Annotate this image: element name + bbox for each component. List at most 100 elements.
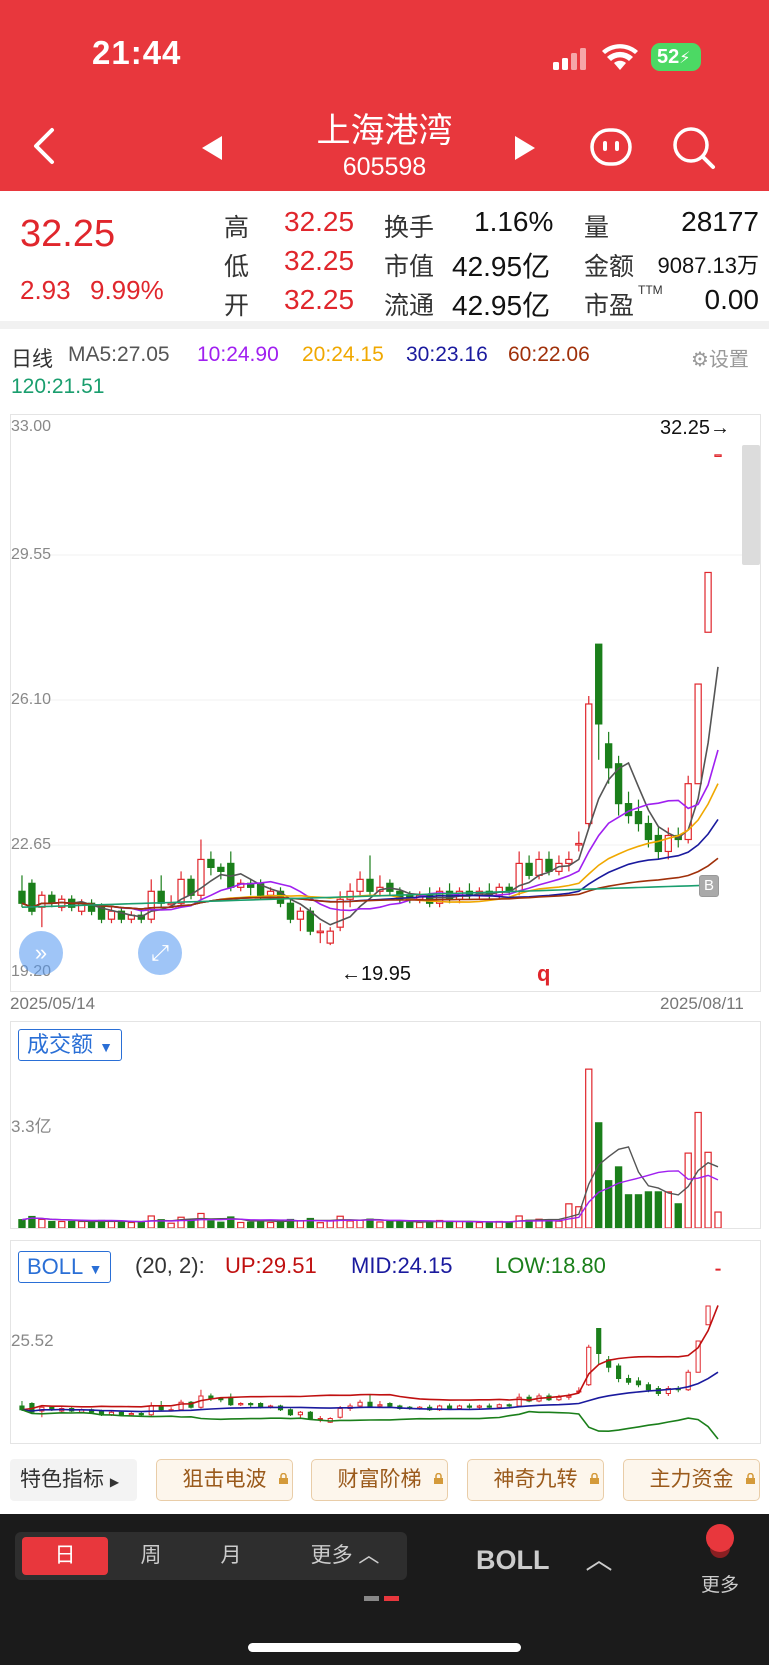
boll-candle xyxy=(616,1363,622,1383)
volume-bar xyxy=(316,1222,324,1228)
period-label: 日线 xyxy=(11,348,53,371)
more-dot-icon xyxy=(706,1524,734,1552)
candle xyxy=(634,799,643,832)
tab-day[interactable]: 日 xyxy=(22,1537,108,1575)
volume-bar xyxy=(336,1215,344,1228)
wifi-icon xyxy=(602,44,638,72)
chip-sniper-wave[interactable]: 狙击电波 xyxy=(156,1459,293,1501)
pe-ttm-sup: TTM xyxy=(638,283,663,297)
home-indicator[interactable] xyxy=(248,1643,521,1652)
volume-indicator-dropdown[interactable]: 成交额 ▼ xyxy=(18,1029,122,1061)
boll-candle xyxy=(665,1386,671,1396)
volume-bar xyxy=(406,1221,414,1228)
volume-panel[interactable]: 成交额 ▼ 3.3亿 xyxy=(10,1021,761,1229)
volume-bar xyxy=(684,1152,692,1228)
volume-bar xyxy=(555,1220,563,1228)
high-label: 高 xyxy=(224,214,250,242)
fullscreen-button[interactable]: ⤢ xyxy=(138,931,182,975)
tab-more-periods[interactable]: 更多 ︿ xyxy=(290,1537,400,1575)
settings-button[interactable]: ⚙设置 xyxy=(691,343,749,372)
volume-bar xyxy=(386,1220,394,1228)
boll-candle xyxy=(228,1393,234,1406)
volume-chart xyxy=(18,1068,722,1228)
signal-icon xyxy=(551,48,591,70)
chip-label: 神奇九转 xyxy=(493,1468,578,1491)
boll-candle xyxy=(606,1356,612,1373)
volume-bar xyxy=(197,1212,205,1228)
float-value: 42.95亿 xyxy=(452,290,551,321)
chip-main-capital[interactable]: 主力资金 xyxy=(623,1459,760,1501)
tab-week-label: 周 xyxy=(140,1544,162,1567)
indicator-switch[interactable]: BOLL ︿ xyxy=(476,1538,613,1577)
boll-mid: MID:24.15 xyxy=(351,1253,453,1278)
boll-candle xyxy=(287,1408,294,1416)
candle xyxy=(515,851,523,896)
volume-bar xyxy=(455,1220,464,1228)
expand-left-button[interactable]: » xyxy=(19,931,63,975)
buy-signal-badge: B xyxy=(699,875,719,897)
tab-more-label: 更多 xyxy=(310,1544,353,1567)
ma-legend: 日线 MA5:27.05 10:24.90 20:24.15 30:23.16 … xyxy=(11,343,761,403)
pe-label: 市盈 xyxy=(584,292,635,320)
lock-icon xyxy=(433,1458,444,1484)
indicator-menu-button[interactable]: 特色指标 ▶ xyxy=(10,1459,137,1501)
boll-indicator-dropdown[interactable]: BOLL ▼ xyxy=(18,1251,112,1283)
tab-month[interactable]: 月 xyxy=(195,1537,267,1575)
candle xyxy=(316,923,324,944)
tab-week[interactable]: 周 xyxy=(115,1537,187,1575)
boll-candle xyxy=(516,1393,522,1408)
volume-bar xyxy=(644,1191,653,1228)
stock-code: 605598 xyxy=(342,153,427,181)
volume-bar xyxy=(624,1194,633,1228)
boll-candle xyxy=(387,1402,393,1408)
high-value: 32.25 xyxy=(284,206,355,237)
boll-candle xyxy=(476,1404,482,1409)
candle xyxy=(48,891,56,908)
volume-bar xyxy=(77,1220,86,1228)
boll-candle xyxy=(138,1412,144,1416)
mktcap-label: 市值 xyxy=(384,253,435,281)
volume-bar xyxy=(714,1211,722,1228)
battery-indicator: 52⚡ xyxy=(651,43,701,71)
volume-bar xyxy=(416,1221,424,1228)
volume-bar xyxy=(147,1215,155,1228)
volume-y-tick: 3.3亿 xyxy=(11,1117,52,1136)
y-tick-26-10: 26.10 xyxy=(11,691,52,708)
candle xyxy=(575,831,583,852)
page-indicator xyxy=(364,1596,404,1602)
ma120-value: 120:21.51 xyxy=(11,375,105,398)
boll-candle xyxy=(188,1401,194,1409)
chevron-up-icon: ︿ xyxy=(358,1544,380,1567)
app-root: 21:44 52⚡ 上海港湾 605598 32.25 2.93 9.99% 高 xyxy=(0,0,769,1665)
quote-panel: 32.25 2.93 9.99% 高 32.25 低 32.25 开 32.25… xyxy=(0,191,769,329)
candle xyxy=(28,879,36,916)
robot-assistant-icon[interactable] xyxy=(589,125,633,169)
low-value: 32.25 xyxy=(284,245,355,276)
volume-bar xyxy=(18,1219,26,1228)
search-icon[interactable] xyxy=(671,125,717,171)
chip-magic-nine[interactable]: 神奇九转 xyxy=(467,1459,604,1501)
max-price-marker: 32.25→ xyxy=(660,417,731,439)
next-stock-icon[interactable] xyxy=(513,134,537,162)
period-tabs: 日 周 月 更多 ︿ xyxy=(15,1532,407,1580)
candle xyxy=(366,855,374,896)
volume-bar xyxy=(674,1203,682,1228)
more-menu-button[interactable]: 更多 xyxy=(690,1524,750,1604)
chip-wealth-ladder[interactable]: 财富阶梯 xyxy=(311,1459,448,1501)
buy-signal-label: B xyxy=(703,877,714,894)
min-price-marker: ←19.95 xyxy=(341,963,412,985)
mktcap-value: 42.95亿 xyxy=(452,251,551,282)
boll-panel[interactable]: BOLL ▼ (20, 2): UP:29.51 MID:24.15 LOW:1… xyxy=(10,1240,761,1444)
volume-bar xyxy=(58,1220,66,1228)
scroll-handle[interactable] xyxy=(742,445,760,565)
boll-candle xyxy=(248,1402,254,1408)
boll-candle xyxy=(506,1403,512,1408)
candle xyxy=(87,899,96,916)
y-tick-22-65: 22.65 xyxy=(11,836,52,853)
indicator-menu-label: 特色指标 xyxy=(20,1468,104,1491)
kline-chart-panel[interactable]: 33.00 29.55 26.10 22.65 19.20 32.25→ ←19… xyxy=(10,414,761,992)
settings-label: 设置 xyxy=(708,349,749,371)
boll-low-line xyxy=(21,1409,719,1440)
volume-bar xyxy=(48,1220,56,1228)
boll-candle xyxy=(437,1404,443,1411)
